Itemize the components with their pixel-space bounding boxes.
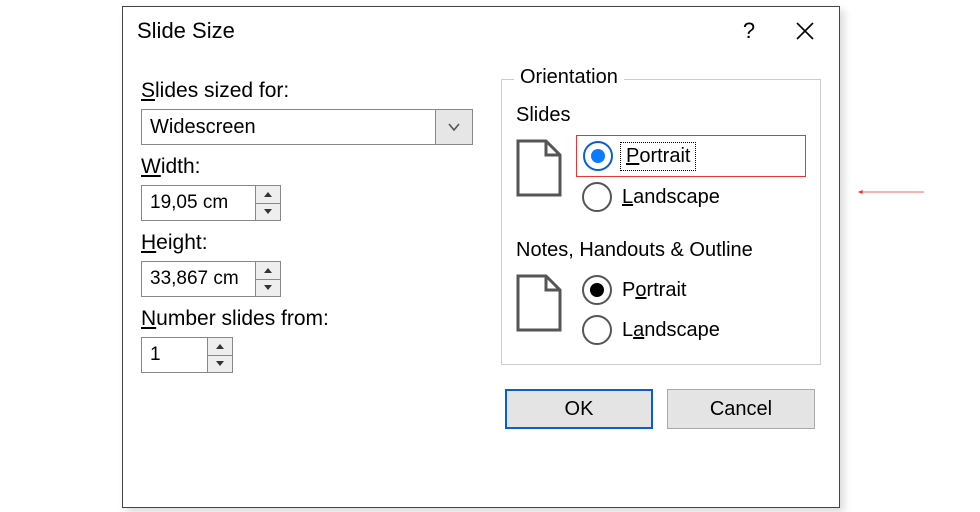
ok-button[interactable]: OK <box>505 389 653 429</box>
height-value: 33,867 cm <box>142 262 255 296</box>
caret-up-icon <box>263 191 273 198</box>
dialog-footer: OK Cancel <box>123 373 839 445</box>
number-from-label: Number slides from: <box>141 307 473 331</box>
notes-portrait-radio[interactable]: Portrait <box>576 270 806 310</box>
slides-portrait-label: Portrait <box>623 145 693 168</box>
combo-dropdown-button[interactable] <box>435 110 472 144</box>
height-label: Height: <box>141 231 473 255</box>
height-spin-up[interactable] <box>256 262 280 280</box>
width-value: 19,05 cm <box>142 186 255 220</box>
close-button[interactable] <box>777 11 833 51</box>
left-column: Slides sized for: Widescreen Width: 19,0… <box>141 79 473 373</box>
notes-landscape-radio[interactable]: Landscape <box>576 310 806 350</box>
width-spin-down[interactable] <box>256 204 280 221</box>
width-label: Width: <box>141 155 473 179</box>
height-spinner[interactable]: 33,867 cm <box>141 261 281 297</box>
page-portrait-icon <box>516 139 562 197</box>
slides-sized-for-label: Slides sized for: <box>141 79 473 103</box>
cancel-button[interactable]: Cancel <box>667 389 815 429</box>
slides-sized-for-value: Widescreen <box>142 110 435 144</box>
slides-portrait-radio[interactable]: Portrait <box>576 135 806 177</box>
slides-orientation-title: Slides <box>516 104 806 127</box>
titlebar: Slide Size ? <box>123 7 839 55</box>
close-icon <box>795 21 815 41</box>
caret-down-icon <box>263 208 273 215</box>
number-spin-up[interactable] <box>208 338 232 356</box>
notes-orientation-title: Notes, Handouts & Outline <box>516 239 806 262</box>
orientation-group: Orientation Slides <box>501 79 821 365</box>
notes-portrait-label: Portrait <box>622 279 686 302</box>
notes-landscape-label: Landscape <box>622 319 720 342</box>
number-spin-down[interactable] <box>208 356 232 373</box>
slides-landscape-label: Landscape <box>622 186 720 209</box>
height-spin-down[interactable] <box>256 280 280 297</box>
page-portrait-icon <box>516 274 562 332</box>
caret-down-icon <box>215 360 225 367</box>
slides-landscape-radio[interactable]: Landscape <box>576 177 806 217</box>
orientation-legend: Orientation <box>514 66 624 89</box>
caret-down-icon <box>263 284 273 291</box>
number-from-value: 1 <box>142 338 207 372</box>
caret-up-icon <box>263 267 273 274</box>
help-button[interactable]: ? <box>721 11 777 51</box>
width-spinner[interactable]: 19,05 cm <box>141 185 281 221</box>
slide-size-dialog: Slide Size ? Slides sized for: Widescree… <box>122 6 840 508</box>
chevron-down-icon <box>447 122 461 132</box>
number-from-spinner[interactable]: 1 <box>141 337 233 373</box>
caret-up-icon <box>215 343 225 350</box>
dialog-title: Slide Size <box>137 18 721 44</box>
slides-sized-for-combo[interactable]: Widescreen <box>141 109 473 145</box>
width-spin-up[interactable] <box>256 186 280 204</box>
